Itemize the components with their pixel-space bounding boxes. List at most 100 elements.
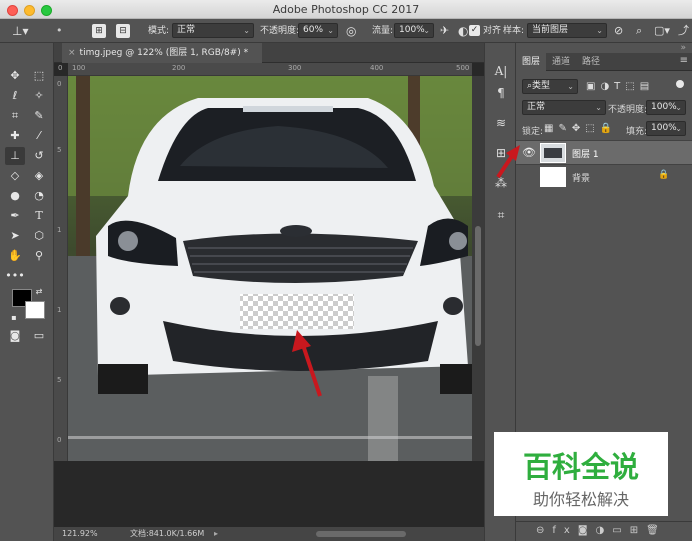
brush-preset-icon[interactable]: • xyxy=(56,24,63,38)
ruler-tick-label: 5 xyxy=(57,146,62,154)
crop-panel-icon[interactable]: ⌗ xyxy=(491,205,511,225)
marquee-tool-icon[interactable]: ⬚ xyxy=(29,67,49,85)
quick-mask-icon[interactable]: ◙ xyxy=(5,327,25,345)
layer-opacity-input[interactable]: 100% ⌄ xyxy=(646,100,686,115)
document-info[interactable]: 文档:841.0K/1.66M xyxy=(130,527,204,541)
more-tools-icon[interactable]: ••• xyxy=(5,267,25,285)
layer-name[interactable]: 背景 xyxy=(572,171,590,184)
zoom-level[interactable]: 121.92% xyxy=(62,527,98,541)
clone-stamp-tool-icon[interactable]: ⊥ xyxy=(5,147,25,165)
dodge-tool-icon[interactable]: ◔ xyxy=(29,187,49,205)
layer-name[interactable]: 图层 1 xyxy=(572,147,599,160)
lock-icon: 🔒 xyxy=(658,170,670,180)
eyedropper-icon[interactable]: ✎ xyxy=(29,107,49,125)
flow-input[interactable]: 100% ⌄ xyxy=(394,23,434,38)
window-title: Adobe Photoshop CC 2017 xyxy=(272,3,420,16)
default-colors-icon[interactable]: ▪ xyxy=(8,309,20,327)
path-selection-icon[interactable]: ➤ xyxy=(5,227,25,245)
swap-colors-icon[interactable]: ⇄ xyxy=(33,283,45,301)
airbrush-icon[interactable]: ✈ xyxy=(440,24,449,38)
car-photo xyxy=(68,76,472,461)
layer-thumbnail xyxy=(540,143,566,163)
angle-icon[interactable]: ◐ xyxy=(458,24,468,38)
annotation-arrow-layers xyxy=(496,145,520,179)
chevron-down-icon: ⌄ xyxy=(243,26,250,35)
chevron-down-icon: ⌄ xyxy=(595,103,602,112)
brush-tool-icon[interactable]: ⁄ xyxy=(29,127,49,145)
thumbnail-car xyxy=(544,148,562,158)
eye-icon[interactable]: 👁 xyxy=(522,146,536,159)
ignore-adjustment-icon[interactable]: ⊘ xyxy=(614,24,623,38)
clone-source-panel-icon[interactable]: ⊞ xyxy=(92,24,106,38)
blend-mode-select[interactable]: 正常 ⌄ xyxy=(522,100,606,115)
clone-stamp-preset-icon[interactable]: ⊥▾ xyxy=(12,24,28,38)
document-tab[interactable]: × timg.jpeg @ 122% (图层 1, RGB/8#) * xyxy=(62,43,262,63)
history-brush-icon[interactable]: ↺ xyxy=(29,147,49,165)
healing-brush-icon[interactable]: ✚ xyxy=(5,127,25,145)
zoom-tool-icon[interactable]: ⚲ xyxy=(29,247,49,265)
watermark-title: 百科全说 xyxy=(522,450,639,484)
photoshop-window: Adobe Photoshop CC 2017 ⊥▾ • ⊞ ⊟ 模式: 正常 ⌄… xyxy=(0,0,692,541)
lock-icons[interactable]: ▦✎✥⬚🔒 xyxy=(544,123,617,134)
ruler-tick-label: 0 xyxy=(58,64,63,72)
filter-kind-icons[interactable]: ▣◑T⬚▤ xyxy=(586,81,654,92)
filter-label: 类型 xyxy=(532,81,551,91)
fill-input[interactable]: 100% ⌄ xyxy=(646,121,686,136)
hand-tool-icon[interactable]: ✋ xyxy=(5,247,25,265)
status-arrow-icon[interactable]: ▸ xyxy=(214,527,218,541)
tab-paths[interactable]: 路径 xyxy=(576,53,606,71)
screen-mode-icon[interactable]: ▭ xyxy=(29,327,49,345)
blur-tool-icon[interactable]: ● xyxy=(5,187,25,205)
layers-panel-footer: ⊖fx◙◑▭⊞🗑 xyxy=(516,521,692,541)
pressure-opacity-icon[interactable]: ◎ xyxy=(346,24,356,38)
workspace-icon[interactable]: ▢▾ xyxy=(654,24,670,38)
fill-value: 100% xyxy=(651,123,677,133)
flow-value: 100% xyxy=(399,25,425,35)
pen-tool-icon[interactable]: ✒ xyxy=(5,207,25,225)
options-bar: ⊥▾ • ⊞ ⊟ 模式: 正常 ⌄ 不透明度: 60% ⌄ ◎ 流量: 100% ⌄ … xyxy=(0,19,692,43)
document-tab-title: timg.jpeg @ 122% (图层 1, RGB/8#) * xyxy=(79,48,249,58)
mode-select[interactable]: 正常 ⌄ xyxy=(172,23,254,38)
layers-panel-icon[interactable]: ≋ xyxy=(491,113,511,133)
scrollbar-thumb[interactable] xyxy=(475,226,481,346)
share-icon[interactable]: ⤴ xyxy=(678,24,689,38)
ruler-tick-label: 0 xyxy=(57,80,62,88)
opacity-input[interactable]: 60% ⌄ xyxy=(298,23,338,38)
chevron-down-icon: ⌄ xyxy=(675,103,682,112)
chevron-down-icon: ⌄ xyxy=(327,26,334,35)
brush-panel-icon[interactable]: ⊟ xyxy=(116,24,130,38)
layer-row[interactable]: 背景 🔒 xyxy=(516,164,692,188)
horizontal-scrollbar-thumb[interactable] xyxy=(316,531,406,537)
search-icon[interactable]: ⌕ xyxy=(636,24,642,38)
close-icon[interactable]: × xyxy=(68,48,76,58)
character-panel-icon[interactable]: A| xyxy=(491,61,511,81)
eraser-tool-icon[interactable]: ◇ xyxy=(5,167,25,185)
ruler-tick-label: 0 xyxy=(57,436,62,444)
aligned-checkbox[interactable]: ✓ xyxy=(469,25,480,36)
filter-toggle[interactable] xyxy=(676,80,684,88)
layer-footer-icons[interactable]: ⊖fx◙◑▭⊞🗑 xyxy=(536,525,667,536)
document-canvas-image[interactable] xyxy=(68,76,472,461)
lasso-tool-icon[interactable]: ℓ xyxy=(5,87,25,105)
background-color-swatch[interactable] xyxy=(25,301,45,319)
type-tool-icon[interactable]: T xyxy=(29,207,49,225)
paragraph-panel-icon[interactable]: ¶ xyxy=(491,83,511,103)
move-tool-icon[interactable]: ✥ xyxy=(5,67,25,85)
ruler-tick-label: 300 xyxy=(288,64,302,72)
ruler-horizontal: 0 100 200 300 400 500 xyxy=(58,63,472,76)
layer-filter-select[interactable]: ⌕类型 ⌄ xyxy=(522,79,578,94)
opacity-value: 60% xyxy=(303,25,324,35)
tab-channels[interactable]: 通道 xyxy=(546,53,576,71)
paint-bucket-icon[interactable]: ◈ xyxy=(29,167,49,185)
panel-menu-icon[interactable]: ≡ xyxy=(680,55,688,66)
watermark-logo: 百科全说 助你轻松解决 xyxy=(494,432,668,516)
magic-wand-icon[interactable]: ✧ xyxy=(29,87,49,105)
tab-layers[interactable]: 图层 xyxy=(516,53,547,71)
ruler-tick-label: 500 xyxy=(456,64,470,72)
collapse-icon[interactable]: » xyxy=(680,43,686,53)
sample-select[interactable]: 当前图层 ⌄ xyxy=(527,23,607,38)
crop-tool-icon[interactable]: ⌗ xyxy=(5,107,25,125)
shape-tool-icon[interactable]: ⬡ xyxy=(29,227,49,245)
vertical-scrollbar[interactable] xyxy=(472,76,484,461)
layer-row[interactable]: 👁 图层 1 xyxy=(516,140,692,164)
